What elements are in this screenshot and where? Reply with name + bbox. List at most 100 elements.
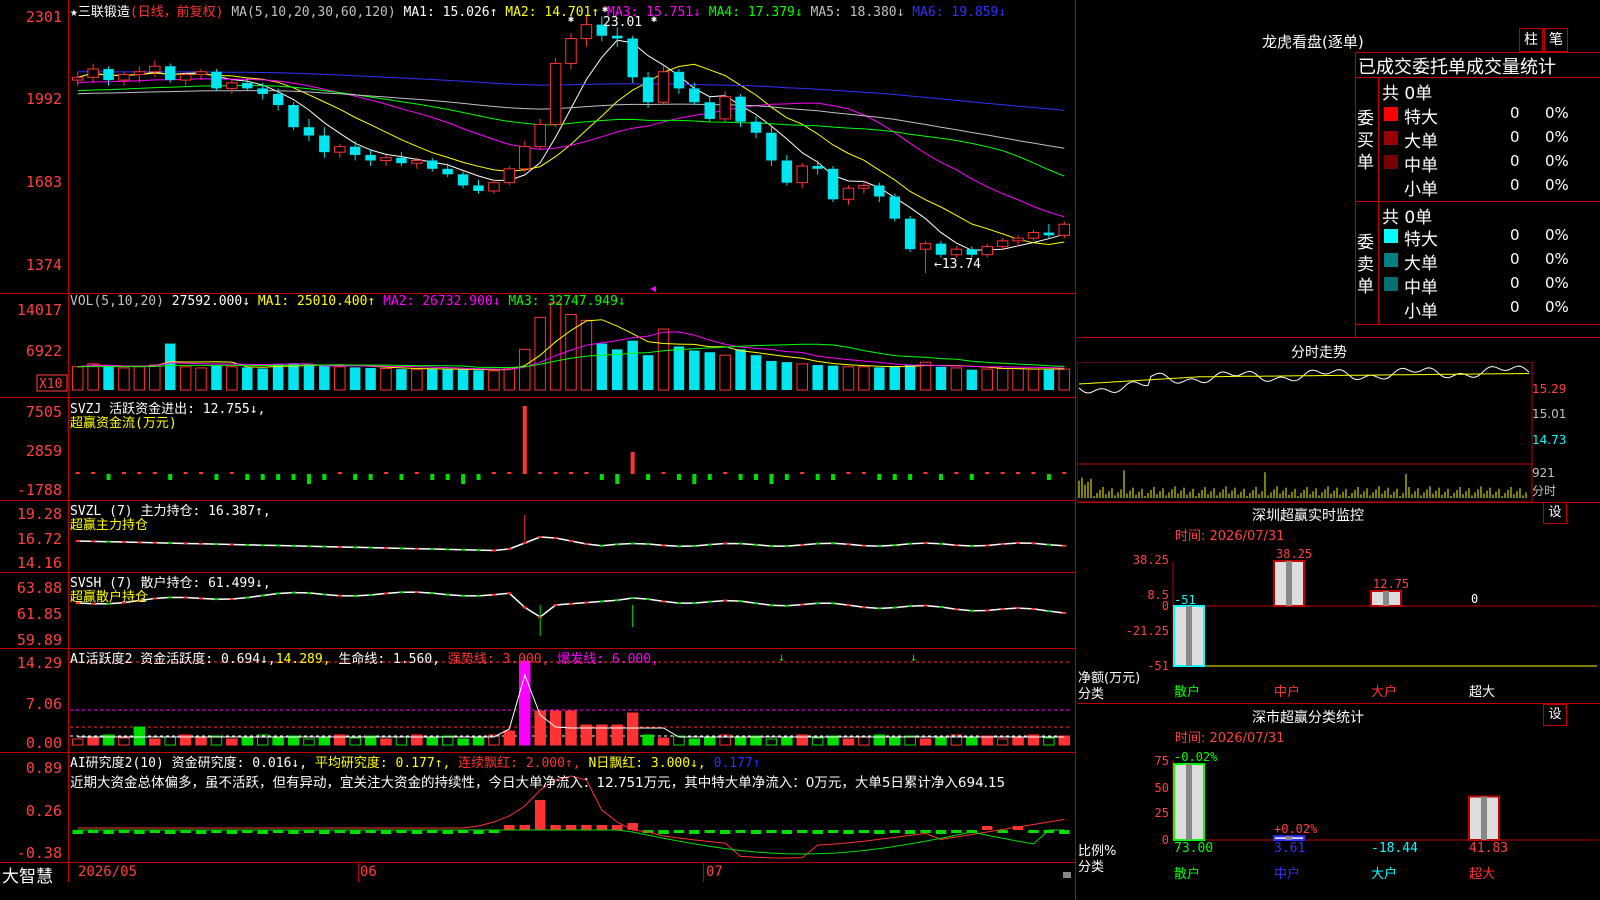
volume-bar	[149, 364, 161, 391]
activity-bar	[87, 736, 99, 746]
sz-value-label: 12.75	[1373, 577, 1409, 591]
row-pct: 0%	[1545, 152, 1569, 170]
holding-tick	[846, 543, 851, 546]
scroll-lock-icon[interactable]	[1063, 872, 1071, 878]
ss-category: 散户	[1174, 866, 1200, 882]
sz-ytick: 0	[1162, 599, 1169, 613]
intraday-chart[interactable]	[1077, 362, 1600, 502]
volume-bar	[689, 350, 700, 390]
bar-mode-button[interactable]: 柱	[1519, 28, 1543, 52]
retail-tick	[985, 609, 990, 612]
holding-tick	[584, 543, 589, 545]
holding-tick	[1062, 544, 1067, 547]
fund-flow-bar	[75, 472, 80, 474]
lhb-bottom-line	[1355, 324, 1600, 325]
tick-mode-button[interactable]: 笔	[1544, 28, 1568, 52]
ai-active-v4: 强势线: 3.000,	[447, 652, 550, 667]
row-pct: 0%	[1545, 226, 1569, 244]
holding-tick	[322, 545, 327, 548]
activity-bar	[657, 737, 670, 746]
volume-bar	[874, 367, 885, 390]
ma2-value: MA2: 14.701↑	[505, 5, 600, 20]
research-bar	[534, 800, 546, 830]
retail-tick	[414, 591, 419, 594]
research-bar	[750, 830, 762, 834]
ma-label: MA(5,10,20,30,60,120)	[231, 5, 396, 20]
volume-bar	[827, 365, 839, 390]
research-bar	[858, 830, 870, 833]
retail-tick	[1046, 610, 1051, 613]
retail-tick	[969, 609, 974, 612]
volume-bar	[812, 365, 823, 390]
fund-flow-bar	[229, 472, 234, 474]
activity-bar	[549, 710, 562, 746]
activity-bar	[996, 738, 1009, 746]
candle-body	[411, 159, 423, 164]
research-bar	[442, 830, 453, 834]
sell-row: 中单 0 0%	[1380, 273, 1600, 298]
holding-tick	[815, 542, 820, 545]
volume-bar	[195, 367, 207, 391]
star-icon[interactable]: ★	[70, 5, 78, 20]
sz-value-label: 0	[1471, 592, 1478, 606]
retail-tick	[1000, 607, 1005, 610]
research-bar	[288, 830, 299, 834]
fund-flow-bar	[938, 474, 943, 480]
row-pct: 0%	[1545, 104, 1569, 122]
retail-tick	[831, 602, 836, 605]
main-holding-line	[77, 536, 1065, 552]
retail-tick	[522, 606, 527, 609]
volume-bar	[396, 369, 407, 390]
buy-row: 特大 0 0%	[1380, 103, 1600, 128]
candle-body	[950, 248, 963, 256]
candle-body	[1058, 223, 1071, 236]
holding-tick	[553, 537, 558, 539]
svsh-tick: 59.89	[17, 631, 62, 649]
activity-bar	[303, 738, 315, 746]
activity-bar	[195, 737, 207, 746]
retail-tick	[368, 593, 373, 596]
buy-side-label: 委买单	[1357, 109, 1374, 173]
activity-bar	[734, 737, 747, 746]
holding-tick	[923, 542, 928, 545]
fund-flow-bar	[954, 472, 959, 474]
retail-tick	[954, 608, 959, 611]
fund-flow-bar	[815, 474, 820, 480]
svzl-layer	[75, 515, 1067, 552]
brand-logo[interactable]: 大智慧	[2, 862, 53, 887]
svsh-layer	[75, 591, 1067, 636]
research-bar	[257, 830, 268, 834]
activity-bar	[781, 736, 793, 746]
ma5-value: MA5: 18.380↓	[810, 5, 905, 20]
ai-active-v5: 爆发线: 6.000,	[557, 652, 659, 667]
fund-flow-bar	[491, 472, 496, 474]
period-label[interactable]: (日线，前复权)	[130, 5, 224, 20]
volume-bar	[612, 349, 623, 390]
holding-tick	[985, 544, 990, 547]
candle-body	[118, 74, 130, 81]
candle-body	[473, 185, 484, 191]
ai-research-v4: N日飘红: 3.000↓,	[588, 756, 706, 771]
activity-bar	[380, 738, 392, 746]
retail-tick	[1031, 607, 1036, 610]
candle-body	[211, 71, 222, 89]
candle-body	[288, 105, 299, 128]
ss-ytick: 25	[1155, 806, 1169, 820]
fund-flow-bar	[1000, 472, 1005, 474]
retail-tick	[322, 593, 327, 596]
fund-flow-bar	[1062, 472, 1067, 474]
holding-tick	[630, 542, 635, 545]
fund-flow-bar	[692, 474, 697, 484]
holding-tick	[877, 545, 882, 548]
volume-bar	[272, 363, 284, 390]
volume-bar	[257, 368, 268, 390]
retail-tick	[461, 594, 466, 597]
candle-body	[179, 74, 192, 81]
volume-bar	[427, 368, 438, 390]
ma3-line	[77, 78, 1065, 218]
candle-body	[565, 37, 577, 64]
candle-body	[735, 96, 746, 122]
holding-tick	[769, 545, 774, 548]
retail-tick	[815, 602, 820, 605]
stock-name: 三联锻造	[77, 5, 130, 20]
